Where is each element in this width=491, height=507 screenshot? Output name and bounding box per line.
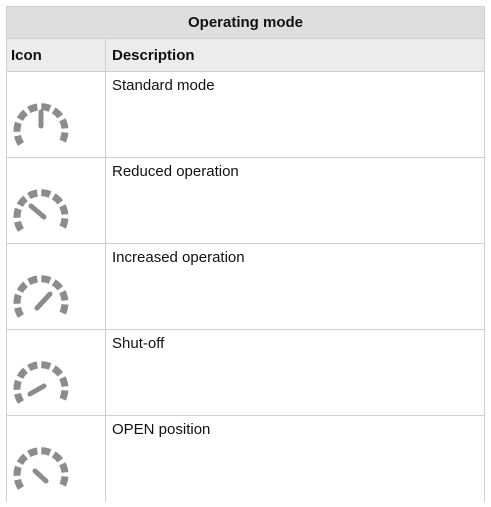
gauge-standard-icon: [13, 102, 69, 146]
table-row: Reduced operation: [7, 158, 484, 244]
operating-mode-table: Operating mode Icon Description Standard…: [6, 6, 485, 502]
header-description: Description: [112, 46, 195, 64]
gauge-increased-icon: [13, 274, 69, 318]
table-title: Operating mode: [7, 6, 484, 39]
gauge-open-icon: [13, 447, 69, 490]
table-row: OPEN position: [7, 416, 484, 502]
table-row: Standard mode: [7, 72, 484, 158]
header-icon: Icon: [7, 39, 106, 71]
icon-cell: [7, 72, 106, 157]
row-description: Increased operation: [112, 249, 245, 266]
table-row: Increased operation: [7, 244, 484, 330]
row-description: Shut-off: [112, 335, 165, 352]
icon-cell: [7, 244, 106, 329]
gauge-shutoff-icon: [13, 360, 69, 404]
table-header-row: Icon Description: [7, 39, 484, 72]
row-description: OPEN position: [112, 421, 211, 438]
row-description: Reduced operation: [112, 163, 239, 180]
table-row: Shut-off: [7, 330, 484, 416]
row-description: Standard mode: [112, 77, 215, 94]
gauge-reduced-icon: [13, 188, 69, 232]
icon-cell: [7, 158, 106, 243]
icon-cell: [7, 416, 106, 502]
icon-cell: [7, 330, 106, 415]
